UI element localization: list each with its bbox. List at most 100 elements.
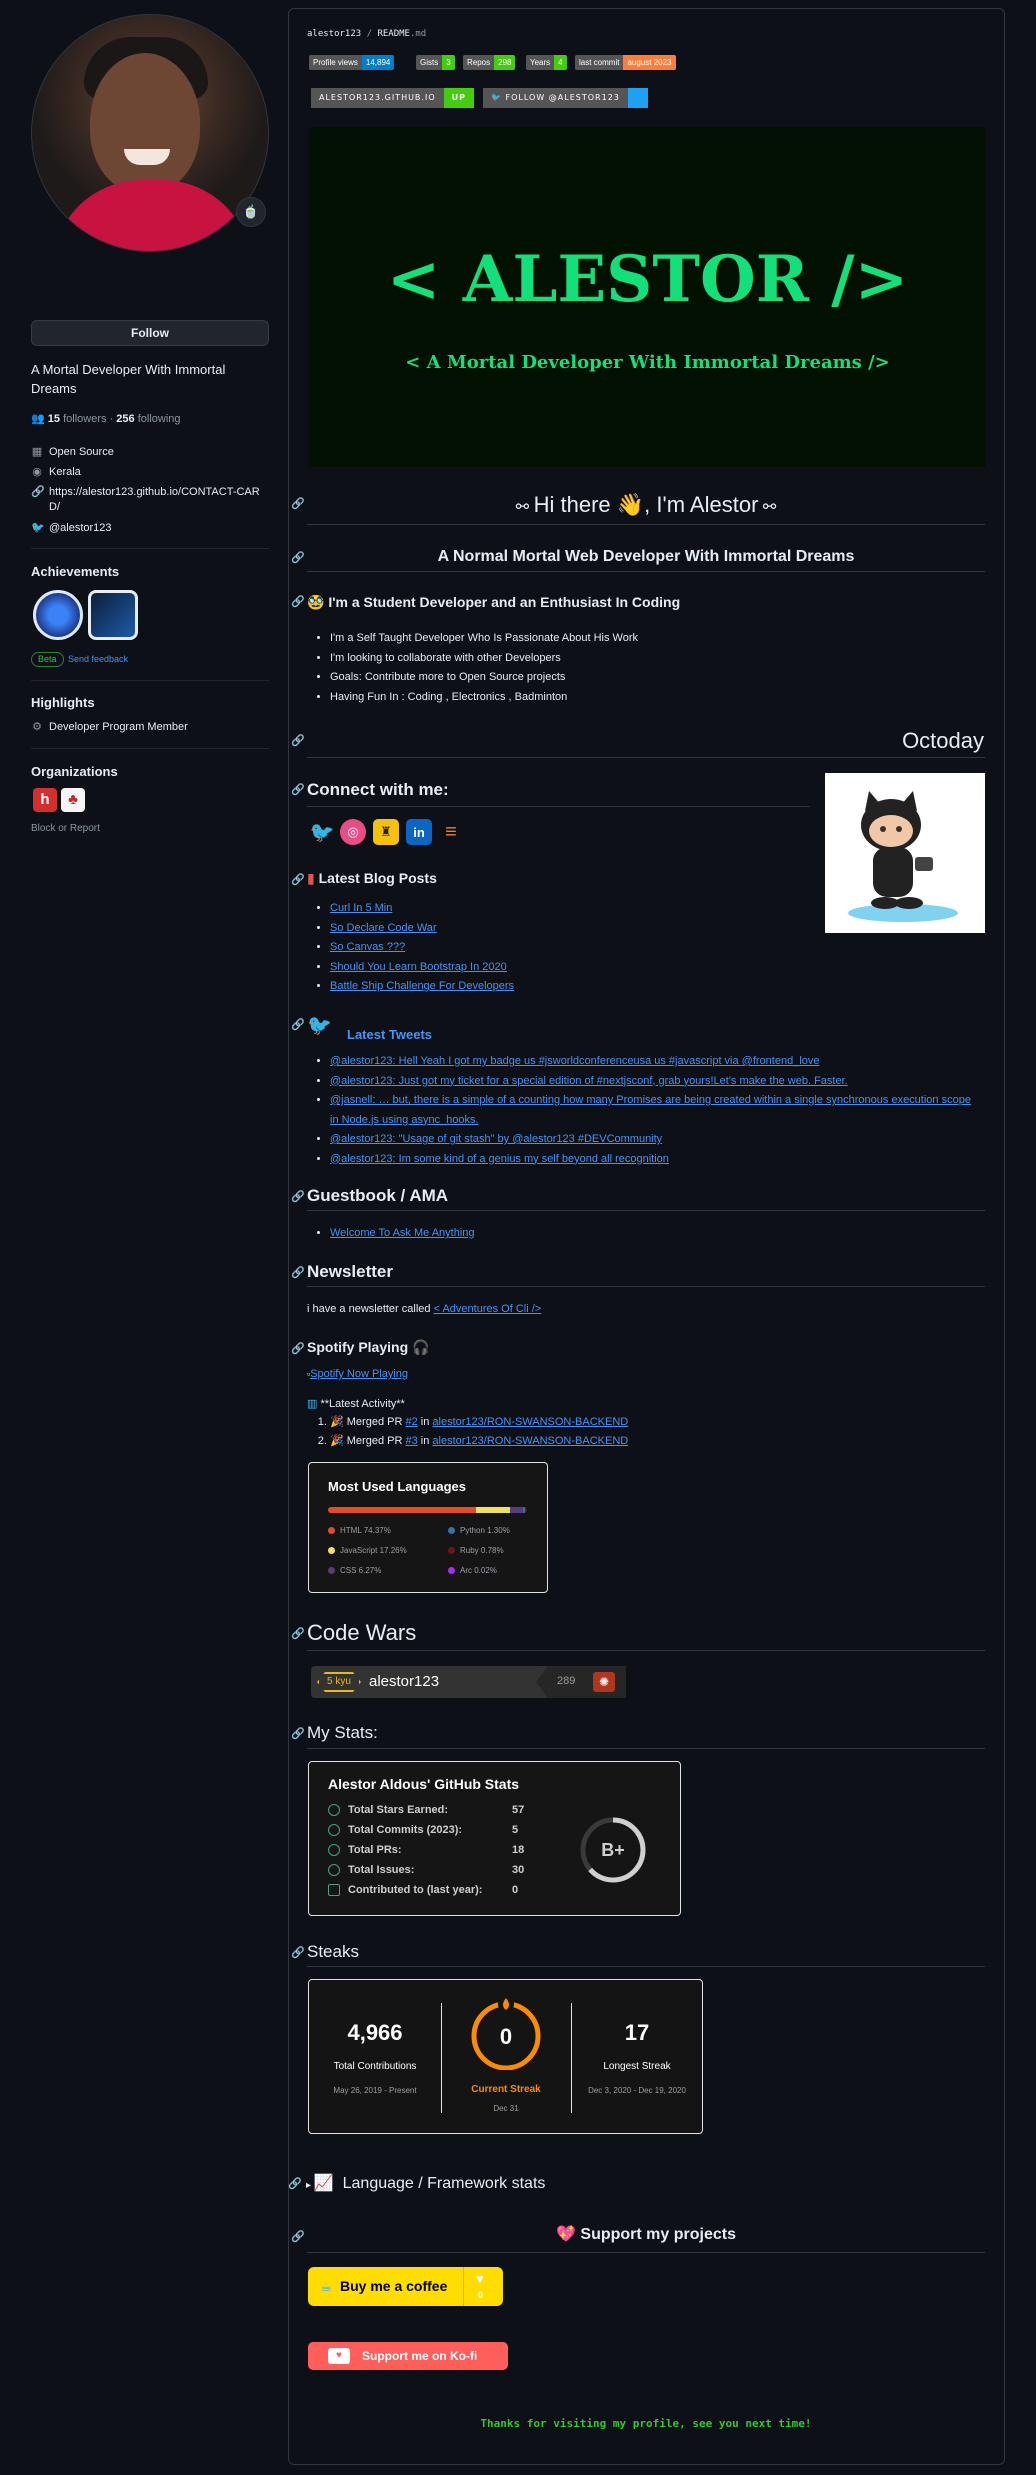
- badge-repos[interactable]: Repos 298: [463, 55, 516, 70]
- heading-divider: [307, 1286, 985, 1287]
- list-item: 🎉 Merged PR #3 in alestor123/RON-SWANSON…: [330, 1432, 628, 1451]
- anchor-link-icon[interactable]: 🔗: [291, 1018, 305, 1031]
- anchor-link-icon[interactable]: 🔗: [291, 1946, 305, 1959]
- badge-twitter-follow[interactable]: 🐦 FOLLOW @ALESTOR123: [483, 88, 648, 108]
- anchor-link-icon[interactable]: 🔗: [291, 1190, 305, 1203]
- follow-button[interactable]: Follow: [31, 320, 269, 346]
- anchor-link-icon[interactable]: 🔗: [291, 783, 305, 796]
- coffee-label: Buy me a coffee: [340, 2278, 448, 2294]
- highlight-text: Developer Program Member: [49, 721, 188, 733]
- gear-icon: ⚙: [32, 721, 42, 733]
- badge-website-up[interactable]: ALESTOR123.GITHUB.IO UP: [311, 88, 474, 108]
- badge-profile-views[interactable]: Profile views 14,894: [309, 55, 395, 70]
- twitter-icon[interactable]: 🐦: [309, 819, 335, 845]
- tweet-link[interactable]: @jasnell: … but, there is a simple of a …: [330, 1094, 971, 1126]
- following-label[interactable]: following: [138, 413, 181, 425]
- tweets-heading[interactable]: Latest Tweets: [347, 1027, 432, 1042]
- anchor-link-icon[interactable]: 🔗: [291, 595, 305, 608]
- blog-link[interactable]: Should You Learn Bootstrap In 2020: [330, 961, 507, 973]
- list-item: So Canvas ???: [330, 938, 514, 958]
- org-avatar-h[interactable]: h: [33, 788, 57, 812]
- party-icon: 🎉: [330, 1416, 344, 1428]
- avatar[interactable]: [31, 14, 269, 252]
- anchor-link-icon[interactable]: 🔗: [291, 2230, 305, 2243]
- vcard-website[interactable]: 🔗 https://alestor123.github.io/CONTACT-C…: [31, 485, 269, 515]
- dribbble-icon[interactable]: ◎: [340, 819, 366, 845]
- stackoverflow-icon[interactable]: ≡: [438, 819, 464, 845]
- guestbook-link[interactable]: Welcome To Ask Me Anything: [330, 1227, 475, 1239]
- codewars-badge[interactable]: 5 kyu alestor123 289 ✺: [311, 1666, 626, 1698]
- language-bar-segment: [510, 1507, 523, 1513]
- octocat-icon: [848, 791, 958, 922]
- divider: [31, 548, 269, 549]
- blog-link[interactable]: So Canvas ???: [330, 941, 405, 953]
- language-color-dot: [328, 1547, 335, 1554]
- tweet-link[interactable]: @alestor123: Hell Yeah I got my badge us…: [330, 1055, 820, 1067]
- achievement-badge-arctic[interactable]: [88, 590, 138, 640]
- language-color-dot: [448, 1567, 455, 1574]
- streaks-heading: Steaks: [307, 1942, 359, 1961]
- current-range: Dec 31: [493, 2104, 519, 2113]
- heart-icon: 💖: [556, 2226, 576, 2243]
- kofi-label: Support me on Ko-fi: [362, 2349, 478, 2363]
- crumb-ext: .md: [409, 29, 427, 39]
- anchor-link-icon[interactable]: 🔗: [291, 1627, 305, 1640]
- chart-increasing-icon: 📈: [313, 2175, 334, 2192]
- vcard-twitter[interactable]: 🐦 @alestor123: [31, 521, 269, 536]
- badge-gists[interactable]: Gists 3: [416, 55, 455, 70]
- anchor-link-icon[interactable]: 🔗: [291, 551, 305, 564]
- tweet-link[interactable]: @alestor123: Just got my ticket for a sp…: [330, 1075, 848, 1087]
- anchor-link-icon[interactable]: 🔗: [288, 2177, 302, 2190]
- activity-heading: ▥ **Latest Activity**: [307, 1398, 405, 1410]
- pull-request-icon: [328, 1844, 340, 1856]
- website-link[interactable]: https://alestor123.github.io/CONTACT-CAR…: [49, 485, 269, 515]
- block-report-link[interactable]: Block or Report: [31, 823, 100, 834]
- achievement-badge-pull-shark[interactable]: [33, 590, 83, 640]
- kofi-button[interactable]: ♥ Support me on Ko-fi: [308, 2342, 508, 2370]
- blog-link[interactable]: Curl In 5 Min: [330, 902, 392, 914]
- crumb-sep: /: [361, 29, 378, 39]
- badge-last-commit[interactable]: last commit august 2023: [575, 55, 676, 70]
- codewars-rank: 5 kyu: [317, 1672, 361, 1692]
- streak-stats-card: 4,966 Total Contributions May 26, 2019 -…: [308, 1979, 703, 2134]
- about-list: I'm a Self Taught Developer Who Is Passi…: [330, 629, 638, 707]
- activity-list: 🎉 Merged PR #2 in alestor123/RON-SWANSON…: [330, 1413, 628, 1451]
- thanks-message: Thanks for visiting my profile, see you …: [480, 2417, 812, 2430]
- language-color-dot: [448, 1527, 455, 1534]
- list-item: Welcome To Ask Me Anything: [330, 1224, 475, 1244]
- anchor-link-icon[interactable]: 🔗: [291, 1727, 305, 1740]
- anchor-link-icon[interactable]: 🔗: [291, 734, 305, 747]
- blog-link[interactable]: Battle Ship Challenge For Developers: [330, 980, 514, 992]
- blog-link[interactable]: So Declare Code War: [330, 922, 437, 934]
- lang-stats-details[interactable]: ▸ 📈 Language / Framework stats: [306, 2173, 545, 2193]
- spotify-image[interactable]: ▫Spotify Now Playing: [307, 1368, 408, 1380]
- badge-years[interactable]: Years 4: [526, 55, 567, 70]
- anchor-link-icon[interactable]: 🔗: [291, 497, 305, 510]
- org-avatar-2[interactable]: ♣: [61, 788, 85, 812]
- people-icon: 👥: [31, 413, 45, 425]
- tweet-link[interactable]: @alestor123: Im some kind of a genius my…: [330, 1153, 669, 1165]
- following-count[interactable]: 256: [116, 413, 134, 425]
- crumb-user[interactable]: alestor123: [307, 29, 361, 39]
- github-stats-card: Alestor Aldous' GitHub Stats Total Stars…: [308, 1761, 681, 1916]
- buy-me-a-coffee-button[interactable]: ☕ Buy me a coffee ♥ 0: [308, 2267, 503, 2306]
- list-item: 🎉 Merged PR #2 in alestor123/RON-SWANSON…: [330, 1413, 628, 1432]
- newsletter-link[interactable]: < Adventures Of Cli />: [434, 1303, 542, 1315]
- anchor-link-icon[interactable]: 🔗: [291, 873, 305, 886]
- linkedin-icon[interactable]: in: [406, 819, 432, 845]
- crumb-file[interactable]: README: [377, 29, 410, 39]
- achievements-heading[interactable]: Achievements: [31, 564, 119, 579]
- support-heading: 💖 Support my projects: [556, 2226, 736, 2243]
- status-emoji[interactable]: 🍵: [236, 197, 266, 227]
- codechef-icon[interactable]: ♜: [373, 819, 399, 845]
- anchor-link-icon[interactable]: 🔗: [291, 1342, 305, 1355]
- list-item: I'm looking to collaborate with other De…: [330, 649, 638, 669]
- twitter-handle[interactable]: @alestor123: [49, 521, 112, 536]
- followers-label[interactable]: followers: [63, 413, 106, 425]
- anchor-link-icon[interactable]: 🔗: [291, 1266, 305, 1279]
- language-color-dot: [328, 1567, 335, 1574]
- send-feedback-link[interactable]: Send feedback: [68, 652, 128, 667]
- location-icon: ◉: [32, 466, 42, 478]
- tweet-link[interactable]: @alestor123: "Usage of git stash" by @al…: [330, 1133, 662, 1145]
- followers-count[interactable]: 15: [48, 413, 60, 425]
